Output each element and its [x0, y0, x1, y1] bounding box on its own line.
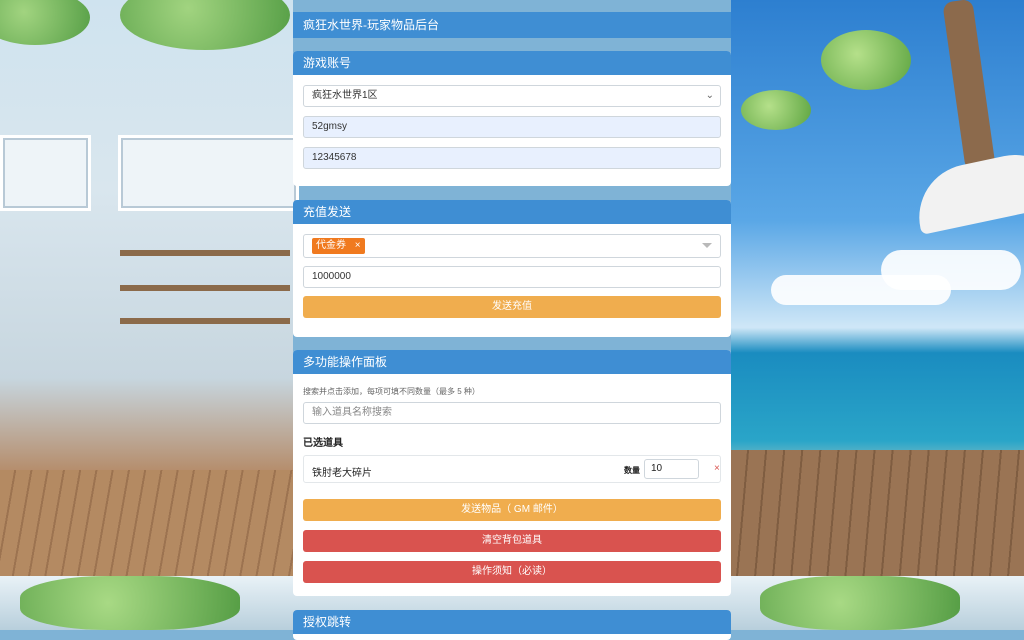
- quantity-label: 数量: [624, 466, 640, 475]
- selected-currency-tag: 代金券 ×: [312, 238, 365, 254]
- tree-trunk: [942, 0, 996, 172]
- send-items-button[interactable]: 发送物品（ GM 邮件）: [303, 499, 721, 521]
- multi-panel-heading: 多功能操作面板: [293, 350, 731, 374]
- cloud: [881, 250, 1021, 290]
- recharge-amount-field[interactable]: 1000000: [303, 266, 721, 288]
- notice-button[interactable]: 操作须知（必读）: [303, 561, 721, 583]
- auth-panel: 授权跳转: [293, 610, 731, 640]
- recharge-panel: 充值发送 代金券 × 1000000 发送充值: [293, 200, 731, 337]
- password-field[interactable]: 12345678: [303, 147, 721, 169]
- recharge-amount-value: 1000000: [312, 271, 351, 282]
- tree-foliage: [120, 0, 290, 50]
- remove-tag-icon[interactable]: ×: [355, 240, 361, 251]
- cafe-window: [118, 135, 299, 211]
- quantity-input[interactable]: 10: [644, 459, 699, 479]
- item-search-placeholder: 输入道具名称搜索: [312, 407, 392, 418]
- clear-bag-button[interactable]: 清空背包道具: [303, 530, 721, 552]
- server-select-value: 疯狂水世界1区: [312, 90, 378, 101]
- remove-item-icon[interactable]: ×: [714, 463, 720, 474]
- right-ocean-scene: [731, 0, 1024, 630]
- page-title: 疯狂水世界-玩家物品后台: [293, 12, 731, 38]
- wooden-floor: [0, 470, 293, 580]
- send-recharge-button[interactable]: 发送充值: [303, 296, 721, 318]
- tree-foliage: [0, 0, 90, 45]
- account-panel-body: 疯狂水世界1区 ⌄ 52gmsy 12345678: [293, 75, 731, 179]
- password-value: 12345678: [312, 152, 357, 163]
- multi-panel-body: 搜索并点击添加，每项可填不同数量（最多 5 种） 输入道具名称搜索 已选道具 铁…: [293, 374, 731, 593]
- chevron-down-icon: ⌄: [705, 90, 714, 101]
- auth-panel-heading: 授权跳转: [293, 610, 731, 634]
- selected-item-row: 铁肘老大碎片 数量 10 ×: [303, 455, 721, 483]
- cafe-shelf: [120, 318, 290, 324]
- account-panel: 游戏账号 疯狂水世界1区 ⌄ 52gmsy 12345678: [293, 51, 731, 186]
- wooden-deck: [731, 450, 1024, 580]
- left-cafe-scene: [0, 0, 299, 630]
- tree-foliage: [760, 576, 960, 630]
- username-value: 52gmsy: [312, 121, 348, 132]
- recharge-panel-body: 代金券 × 1000000 发送充值: [293, 224, 731, 328]
- search-hint: 搜索并点击添加，每项可填不同数量（最多 5 种）: [303, 387, 480, 396]
- item-name: 铁肘老大碎片: [312, 468, 372, 479]
- selected-currency-label: 代金券: [316, 240, 346, 251]
- multi-function-panel: 多功能操作面板 搜索并点击添加，每项可填不同数量（最多 5 种） 输入道具名称搜…: [293, 350, 731, 596]
- currency-multiselect[interactable]: 代金券 ×: [303, 234, 721, 258]
- recharge-panel-heading: 充值发送: [293, 200, 731, 224]
- account-panel-heading: 游戏账号: [293, 51, 731, 75]
- server-select[interactable]: 疯狂水世界1区 ⌄: [303, 85, 721, 107]
- tree-foliage: [20, 576, 240, 630]
- cafe-shelf: [120, 285, 290, 291]
- tree-foliage: [741, 90, 811, 130]
- username-field[interactable]: 52gmsy: [303, 116, 721, 138]
- cafe-window: [0, 135, 91, 211]
- item-search-input[interactable]: 输入道具名称搜索: [303, 402, 721, 424]
- caret-down-icon: [702, 243, 712, 248]
- cafe-shelf: [120, 250, 290, 256]
- tree-foliage: [821, 30, 911, 90]
- selected-items-title: 已选道具: [303, 438, 343, 449]
